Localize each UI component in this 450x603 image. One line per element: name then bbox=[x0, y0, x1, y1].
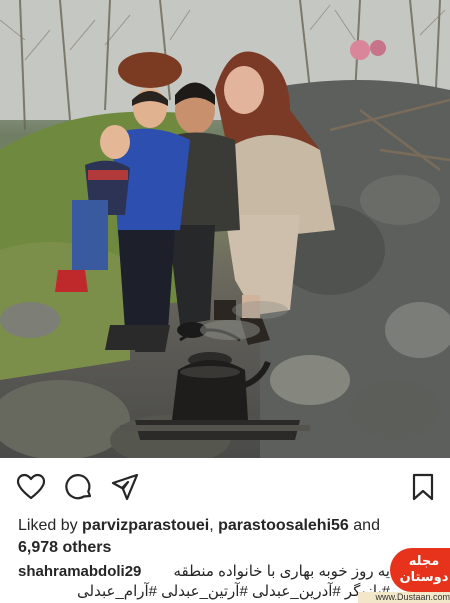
post-actions-bar bbox=[0, 458, 450, 510]
comment-button[interactable] bbox=[64, 472, 94, 502]
watermark-url: www.Dustaan.com bbox=[358, 592, 450, 603]
instagram-post: Liked by parvizparastouei, parastoosaleh… bbox=[0, 0, 450, 603]
liker-username-1[interactable]: parvizparastouei bbox=[82, 517, 209, 534]
likes-separator: , bbox=[209, 517, 219, 534]
likes-conjunction: and bbox=[348, 517, 380, 534]
photo-illustration bbox=[0, 0, 450, 458]
post-photo[interactable] bbox=[0, 0, 450, 458]
share-button[interactable] bbox=[110, 472, 140, 502]
save-button[interactable] bbox=[408, 472, 438, 502]
share-icon bbox=[111, 473, 139, 501]
site-watermark: مجله دوستان www.Dustaan.com bbox=[358, 548, 450, 603]
liker-username-2[interactable]: parastoosalehi56 bbox=[218, 517, 349, 534]
heart-icon bbox=[16, 473, 46, 500]
caption-username[interactable]: shahramabdoli29 bbox=[18, 562, 141, 582]
likes-others-count[interactable]: 6,978 others bbox=[18, 539, 111, 556]
caption-hashtags[interactable]: #بازیگر #آدرین_عبدلی #آرتین_عبدلی #آرام_… bbox=[18, 582, 390, 602]
bookmark-icon bbox=[412, 473, 434, 501]
post-caption: shahramabdoli29 یه روز خوبه بهاری با خان… bbox=[18, 562, 390, 602]
comment-icon bbox=[65, 474, 92, 500]
watermark-logo: مجله دوستان bbox=[390, 548, 450, 592]
likes-prefix: Liked by bbox=[18, 517, 83, 534]
like-button[interactable] bbox=[16, 472, 46, 502]
